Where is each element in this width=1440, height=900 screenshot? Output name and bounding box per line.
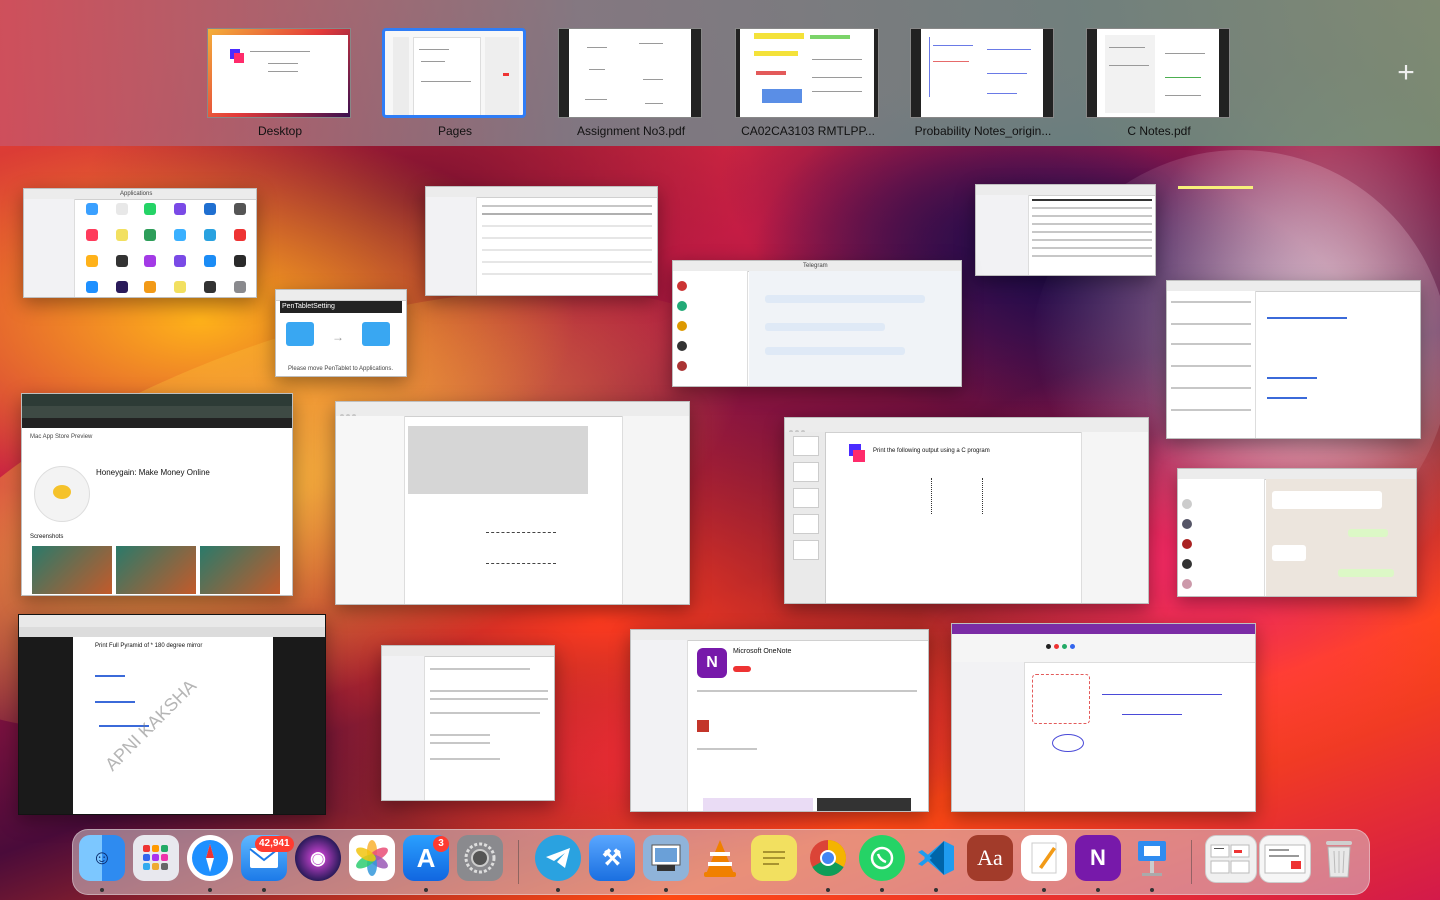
- running-indicator: [208, 888, 212, 892]
- yellow-strip: [1178, 186, 1253, 189]
- add-space-button[interactable]: +: [1392, 58, 1420, 88]
- downloads-stack-icon[interactable]: [1205, 835, 1257, 883]
- running-indicator: [664, 888, 668, 892]
- system-preferences-icon[interactable]: [457, 835, 503, 881]
- documents-stack-icon[interactable]: [1259, 835, 1311, 883]
- telegram-icon[interactable]: [535, 835, 581, 881]
- xcode-icon[interactable]: ⚒: [589, 835, 635, 881]
- space-desktop[interactable]: Desktop: [207, 28, 353, 138]
- space-label: Probability Notes_origin...: [914, 124, 1052, 138]
- app-store-onenote-window[interactable]: N Microsoft OneNote: [630, 629, 929, 812]
- safari-icon[interactable]: [187, 835, 233, 881]
- mail-badge: 42,941: [255, 836, 294, 852]
- running-indicator: [262, 888, 266, 892]
- mail-window[interactable]: [1166, 280, 1421, 439]
- pages-document-window[interactable]: Print the following output using a C pro…: [784, 417, 1149, 604]
- space-assignment-no3[interactable]: Assignment No3.pdf: [558, 28, 704, 138]
- keynote-icon[interactable]: [1129, 835, 1175, 881]
- space-label: Assignment No3.pdf: [576, 124, 686, 138]
- onenote-icon-text: N: [1090, 845, 1106, 870]
- space-ca02ca3103[interactable]: CA02CA3103 RMTLPP...: [735, 28, 881, 138]
- space-thumbnail: [1086, 28, 1230, 118]
- whatsapp-window[interactable]: [1177, 468, 1417, 597]
- photos-icon[interactable]: [349, 835, 395, 881]
- running-indicator: [934, 888, 938, 892]
- notes-window[interactable]: [381, 645, 555, 801]
- running-indicator: [880, 888, 884, 892]
- pentablet-setting-window[interactable]: PenTabletSetting → Please move PenTablet…: [275, 289, 407, 377]
- running-indicator: [100, 888, 104, 892]
- article-heading: Print Full Pyramid of * 180 degree mirro…: [95, 643, 203, 649]
- chrome-app-store-preview-window[interactable]: Mac App Store Preview Honeygain: Make Mo…: [21, 393, 293, 596]
- app-name: Honeygain: Make Money Online: [96, 468, 210, 477]
- vscode-icon[interactable]: [913, 835, 959, 881]
- space-probability-notes[interactable]: Probability Notes_origin...: [910, 28, 1056, 138]
- telegram-window[interactable]: Telegram: [672, 260, 962, 387]
- window-title: Telegram: [803, 263, 828, 269]
- preview-icon[interactable]: [643, 835, 689, 881]
- honeygain-logo: [34, 466, 90, 522]
- space-label: CA02CA3103 RMTLPP...: [741, 124, 875, 138]
- window-title: PenTabletSetting: [282, 303, 335, 310]
- space-thumbnail: [558, 28, 702, 118]
- running-indicator: [1042, 888, 1046, 892]
- app-store-badge: 3: [433, 836, 449, 852]
- page-heading: Mac App Store Preview: [30, 434, 93, 440]
- xcode-window[interactable]: [335, 401, 690, 605]
- finder-applications-window[interactable]: Applications: [23, 188, 257, 298]
- chrome-icon[interactable]: [805, 835, 851, 881]
- stickies-icon[interactable]: [751, 835, 797, 881]
- space-pages[interactable]: Pages: [382, 28, 528, 138]
- launchpad-icon[interactable]: [133, 835, 179, 881]
- space-thumbnail: [207, 28, 351, 118]
- running-indicator: [556, 888, 560, 892]
- finder-list-window[interactable]: [425, 186, 658, 296]
- chrome-c-pyramid-window[interactable]: Print Full Pyramid of * 180 degree mirro…: [18, 614, 326, 815]
- space-c-notes[interactable]: C Notes.pdf: [1086, 28, 1232, 138]
- running-indicator: [826, 888, 830, 892]
- folder-icon: [286, 322, 314, 346]
- applications-folder-icon: [362, 322, 390, 346]
- onenote-logo: N: [697, 648, 727, 678]
- window-title: Applications: [120, 191, 153, 197]
- dock-separator: [1191, 840, 1192, 884]
- pentablet-caption: Please move PenTablet to Applications.: [288, 366, 394, 372]
- app-title: Microsoft OneNote: [733, 648, 792, 655]
- vlc-icon[interactable]: [697, 835, 743, 881]
- pages-icon[interactable]: [1021, 835, 1067, 881]
- onenote-icon[interactable]: N: [1075, 835, 1121, 881]
- whatsapp-icon[interactable]: [859, 835, 905, 881]
- space-thumbnail: [910, 28, 1054, 118]
- arrow-icon: →: [332, 330, 344, 344]
- dictionary-icon-text: Aa: [977, 845, 1003, 870]
- dock-separator: [518, 840, 519, 884]
- screenshots-heading: Screenshots: [30, 534, 64, 540]
- running-indicator: [424, 888, 428, 892]
- space-label: Desktop: [257, 124, 303, 138]
- space-label: Pages: [437, 124, 473, 138]
- document-heading: Print the following output using a C pro…: [873, 448, 990, 454]
- trash-icon[interactable]: [1316, 835, 1362, 881]
- finder-icon[interactable]: ☺: [79, 835, 125, 881]
- running-indicator: [1150, 888, 1154, 892]
- space-label: C Notes.pdf: [1127, 124, 1191, 138]
- space-thumbnail: [382, 28, 526, 118]
- activity-monitor-window[interactable]: [975, 184, 1156, 276]
- running-indicator: [1096, 888, 1100, 892]
- running-indicator: [610, 888, 614, 892]
- onenote-window[interactable]: [951, 623, 1256, 812]
- dictionary-icon[interactable]: Aa: [967, 835, 1013, 881]
- siri-icon[interactable]: ◉: [295, 835, 341, 881]
- space-thumbnail: [735, 28, 879, 118]
